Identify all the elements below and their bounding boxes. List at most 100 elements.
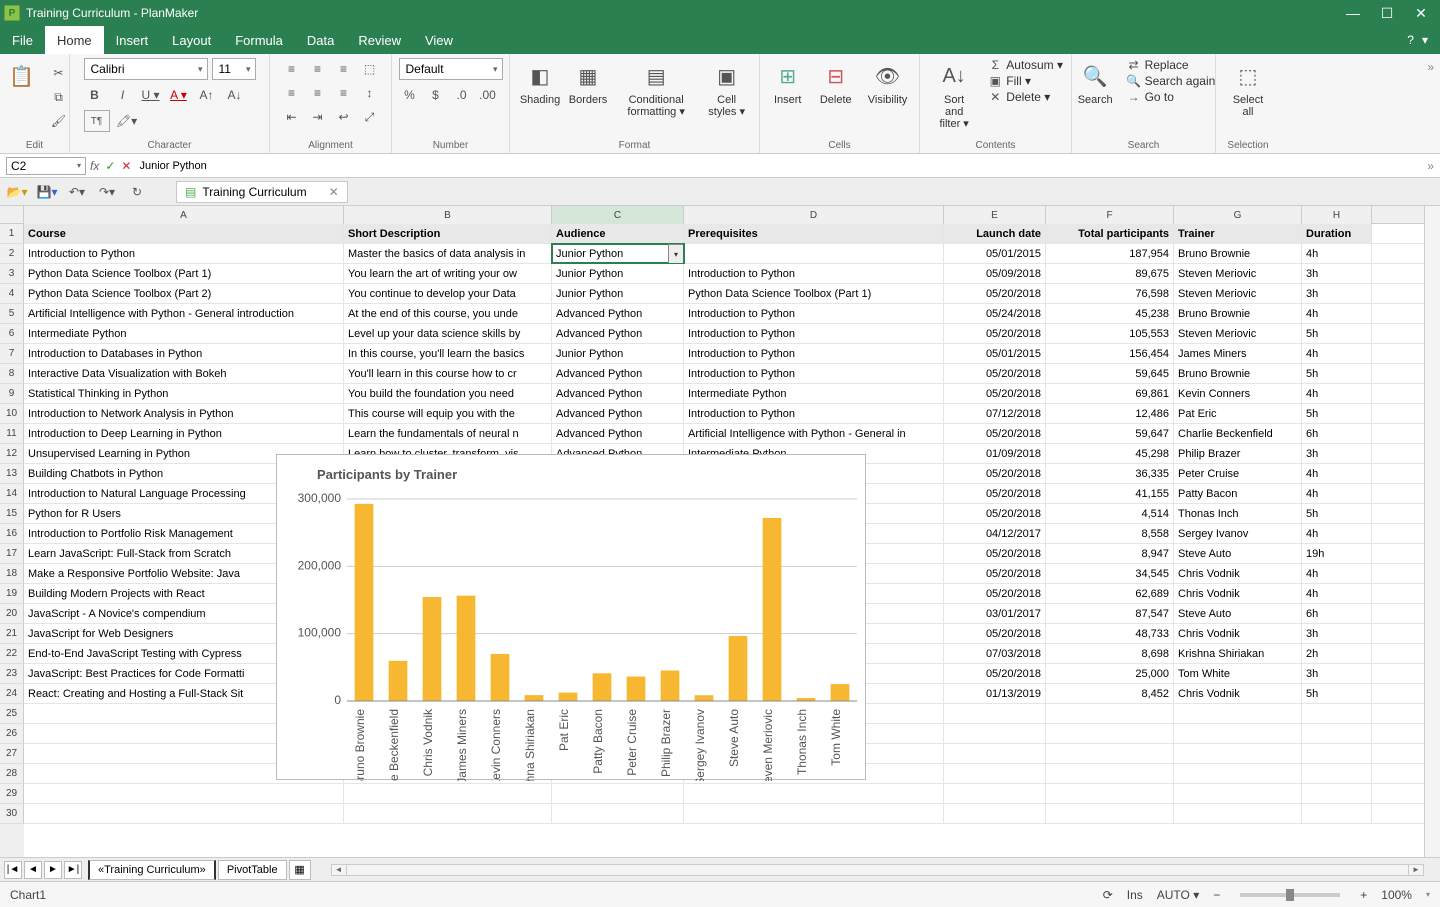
data-cell[interactable]: You'll learn in this course how to cr xyxy=(344,364,552,383)
data-cell[interactable]: Advanced Python xyxy=(552,384,684,403)
data-cell[interactable]: Bruno Brownie xyxy=(1174,304,1302,323)
document-tab[interactable]: ▤ Training Curriculum ✕ xyxy=(176,181,348,203)
row-header[interactable]: 17 xyxy=(0,544,24,564)
collapse-ribbon-icon[interactable]: ▾ xyxy=(1422,33,1428,47)
row-header[interactable]: 15 xyxy=(0,504,24,524)
data-cell[interactable]: Introduction to Python xyxy=(684,404,944,423)
data-cell[interactable]: Patty Bacon xyxy=(1174,484,1302,503)
sheet-tab-training[interactable]: «Training Curriculum» xyxy=(88,860,216,880)
format-painter-icon[interactable]: 🖌 xyxy=(48,110,70,132)
data-cell[interactable] xyxy=(944,764,1046,783)
data-cell[interactable] xyxy=(684,244,944,263)
insert-cells-button[interactable]: ⊞Insert xyxy=(766,58,810,108)
row-header[interactable]: 28 xyxy=(0,764,24,784)
data-cell[interactable]: This course will equip you with the xyxy=(344,404,552,423)
data-cell[interactable]: Advanced Python xyxy=(552,304,684,323)
data-cell[interactable]: 8,698 xyxy=(1046,644,1174,663)
char-format-button[interactable]: T¶ xyxy=(84,110,110,132)
data-cell[interactable]: 07/12/2018 xyxy=(944,404,1046,423)
decrease-decimal-button[interactable]: .0 xyxy=(451,84,473,106)
data-cell[interactable]: Advanced Python xyxy=(552,424,684,443)
menu-insert[interactable]: Insert xyxy=(104,26,161,54)
data-cell[interactable] xyxy=(1174,704,1302,723)
data-cell[interactable]: 05/20/2018 xyxy=(944,584,1046,603)
data-cell[interactable] xyxy=(1302,704,1372,723)
data-cell[interactable]: 05/20/2018 xyxy=(944,484,1046,503)
data-cell[interactable]: Python Data Science Toolbox (Part 1) xyxy=(24,264,344,283)
data-cell[interactable]: 25,000 xyxy=(1046,664,1174,683)
data-cell[interactable]: 04/12/2017 xyxy=(944,524,1046,543)
data-cell[interactable]: 05/20/2018 xyxy=(944,664,1046,683)
data-cell[interactable]: 62,689 xyxy=(1046,584,1174,603)
column-header-F[interactable]: F xyxy=(1046,206,1174,224)
data-cell[interactable]: Artificial Intelligence with Python - Ge… xyxy=(684,424,944,443)
row-header[interactable]: 30 xyxy=(0,804,24,824)
data-cell[interactable] xyxy=(24,784,344,803)
data-cell[interactable]: Introduction to Python xyxy=(684,324,944,343)
menu-data[interactable]: Data xyxy=(295,26,346,54)
data-cell[interactable]: 4h xyxy=(1302,244,1372,263)
data-cell[interactable]: Artificial Intelligence with Python - Ge… xyxy=(24,304,344,323)
row-header[interactable]: 26 xyxy=(0,724,24,744)
fx-icon[interactable]: fx xyxy=(90,159,99,173)
row-header[interactable]: 12 xyxy=(0,444,24,464)
data-cell[interactable] xyxy=(1302,724,1372,743)
data-cell[interactable]: Bruno Brownie xyxy=(1174,244,1302,263)
data-cell[interactable]: 4h xyxy=(1302,304,1372,323)
data-cell[interactable]: Chris Vodnik xyxy=(1174,584,1302,603)
horizontal-scrollbar[interactable] xyxy=(331,864,1424,876)
data-cell[interactable]: 59,645 xyxy=(1046,364,1174,383)
data-cell[interactable]: 8,558 xyxy=(1046,524,1174,543)
paste-button[interactable]: 📋 xyxy=(0,58,44,94)
data-cell[interactable]: 3h xyxy=(1302,444,1372,463)
data-cell[interactable]: 03/01/2017 xyxy=(944,604,1046,623)
cancel-icon[interactable]: ✕ xyxy=(121,159,131,173)
data-cell[interactable]: 6h xyxy=(1302,424,1372,443)
decrease-font-button[interactable]: A↓ xyxy=(224,84,246,106)
data-cell[interactable]: Junior Python xyxy=(552,264,684,283)
new-sheet-button[interactable]: ▦ xyxy=(289,860,311,880)
data-cell[interactable]: Advanced Python xyxy=(552,404,684,423)
orientation-icon[interactable]: ⤢ xyxy=(359,106,381,128)
data-cell[interactable]: Tom White xyxy=(1174,664,1302,683)
increase-decimal-button[interactable]: .00 xyxy=(477,84,499,106)
data-cell[interactable] xyxy=(1046,744,1174,763)
search-button[interactable]: 🔍Search xyxy=(1072,58,1119,108)
vertical-scrollbar[interactable] xyxy=(1424,206,1440,857)
data-cell[interactable]: 07/03/2018 xyxy=(944,644,1046,663)
cut-icon[interactable]: ✂ xyxy=(48,62,70,84)
menu-review[interactable]: Review xyxy=(346,26,413,54)
formula-input[interactable]: Junior Python xyxy=(135,160,1423,172)
data-cell[interactable]: 59,647 xyxy=(1046,424,1174,443)
row-header[interactable]: 5 xyxy=(0,304,24,324)
data-cell[interactable]: Charlie Beckenfield xyxy=(1174,424,1302,443)
borders-button[interactable]: ▦Borders xyxy=(566,58,610,108)
row-headers[interactable]: 1234567891011121314151617181920212223242… xyxy=(0,224,24,857)
data-cell[interactable]: 5h xyxy=(1302,364,1372,383)
data-cell[interactable]: Krishna Shiriakan xyxy=(1174,644,1302,663)
row-header[interactable]: 1 xyxy=(0,224,24,244)
data-cell[interactable] xyxy=(684,804,944,823)
close-tab-icon[interactable]: ✕ xyxy=(329,185,339,199)
data-cell[interactable] xyxy=(1302,764,1372,783)
align-left-icon[interactable]: ≡ xyxy=(281,82,303,104)
data-cell[interactable]: 05/20/2018 xyxy=(944,384,1046,403)
status-auto[interactable]: AUTO ▾ xyxy=(1157,888,1199,902)
data-cell[interactable]: 3h xyxy=(1302,264,1372,283)
data-cell[interactable]: 3h xyxy=(1302,664,1372,683)
data-cell[interactable]: 05/20/2018 xyxy=(944,544,1046,563)
menu-layout[interactable]: Layout xyxy=(160,26,223,54)
align-right-icon[interactable]: ≡ xyxy=(333,82,355,104)
data-cell[interactable]: Steven Meriovic xyxy=(1174,284,1302,303)
column-headers[interactable]: ABCDEFGH xyxy=(24,206,1424,224)
data-cell[interactable] xyxy=(1302,804,1372,823)
data-cell[interactable]: Advanced Python xyxy=(552,324,684,343)
sheet-tab-pivot[interactable]: PivotTable xyxy=(218,860,287,880)
next-sheet-button[interactable]: ► xyxy=(44,861,62,879)
select-all-corner[interactable] xyxy=(0,206,24,224)
data-cell[interactable]: 12,486 xyxy=(1046,404,1174,423)
data-cell[interactable]: Intermediate Python xyxy=(684,384,944,403)
conditional-formatting-button[interactable]: ▤Conditional formatting ▾ xyxy=(614,58,698,120)
data-cell[interactable]: 01/13/2019 xyxy=(944,684,1046,703)
menu-formula[interactable]: Formula xyxy=(223,26,295,54)
